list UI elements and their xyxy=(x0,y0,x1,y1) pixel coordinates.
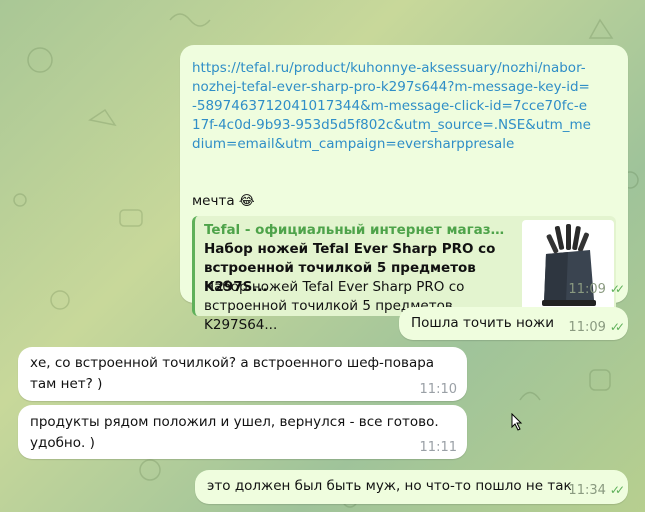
message-time: 11:10 xyxy=(419,382,457,397)
mouse-cursor-icon xyxy=(511,413,523,431)
message-text-content: мечта xyxy=(192,193,235,209)
message-bubble-outgoing[interactable]: это должен был быть муж, но что-то пошло… xyxy=(195,470,628,504)
message-text: продукты рядом положил и ушел, вернулся … xyxy=(30,414,439,451)
double-check-icon: ✓✓ xyxy=(609,320,625,334)
double-check-icon: ✓✓ xyxy=(609,282,625,296)
message-link[interactable]: https://tefal.ru/product/kuhonnye-aksess… xyxy=(192,59,592,154)
message-text: хе, со встроенной точилкой? а встроенног… xyxy=(30,355,435,392)
time-label: 11:09 xyxy=(568,282,606,297)
link-preview[interactable]: Tefal - официальный интернет магазин б..… xyxy=(192,216,616,333)
laughing-emoji-icon: 😂 xyxy=(238,193,255,209)
message-time: 11:09 ✓✓ xyxy=(568,320,625,335)
message-bubble-incoming[interactable]: хе, со встроенной точилкой? а встроенног… xyxy=(18,347,467,401)
time-label: 11:34 xyxy=(568,483,606,498)
link-preview-site: Tefal - официальный интернет магазин б..… xyxy=(204,222,509,238)
knife-set-image xyxy=(542,224,596,306)
double-check-icon: ✓✓ xyxy=(609,483,625,497)
message-time: 11:09 ✓✓ xyxy=(568,282,625,297)
chat-area: https://tefal.ru/product/kuhonnye-aksess… xyxy=(0,0,645,512)
time-label: 11:09 xyxy=(568,320,606,335)
message-text: Пошла точить ножи xyxy=(411,315,554,331)
message-text: это должен был быть муж, но что-то пошло… xyxy=(207,478,572,494)
message-text: мечта 😂 xyxy=(192,191,255,211)
message-time: 11:11 xyxy=(419,440,457,455)
link-preview-thumbnail[interactable] xyxy=(522,220,614,312)
message-bubble-incoming[interactable]: продукты рядом положил и ушел, вернулся … xyxy=(18,405,467,459)
message-bubble-outgoing[interactable]: Пошла точить ножи 11:09 ✓✓ xyxy=(399,307,628,340)
message-bubble-outgoing[interactable]: https://tefal.ru/product/kuhonnye-aksess… xyxy=(180,45,628,333)
message-time: 11:34 ✓✓ xyxy=(568,483,625,498)
